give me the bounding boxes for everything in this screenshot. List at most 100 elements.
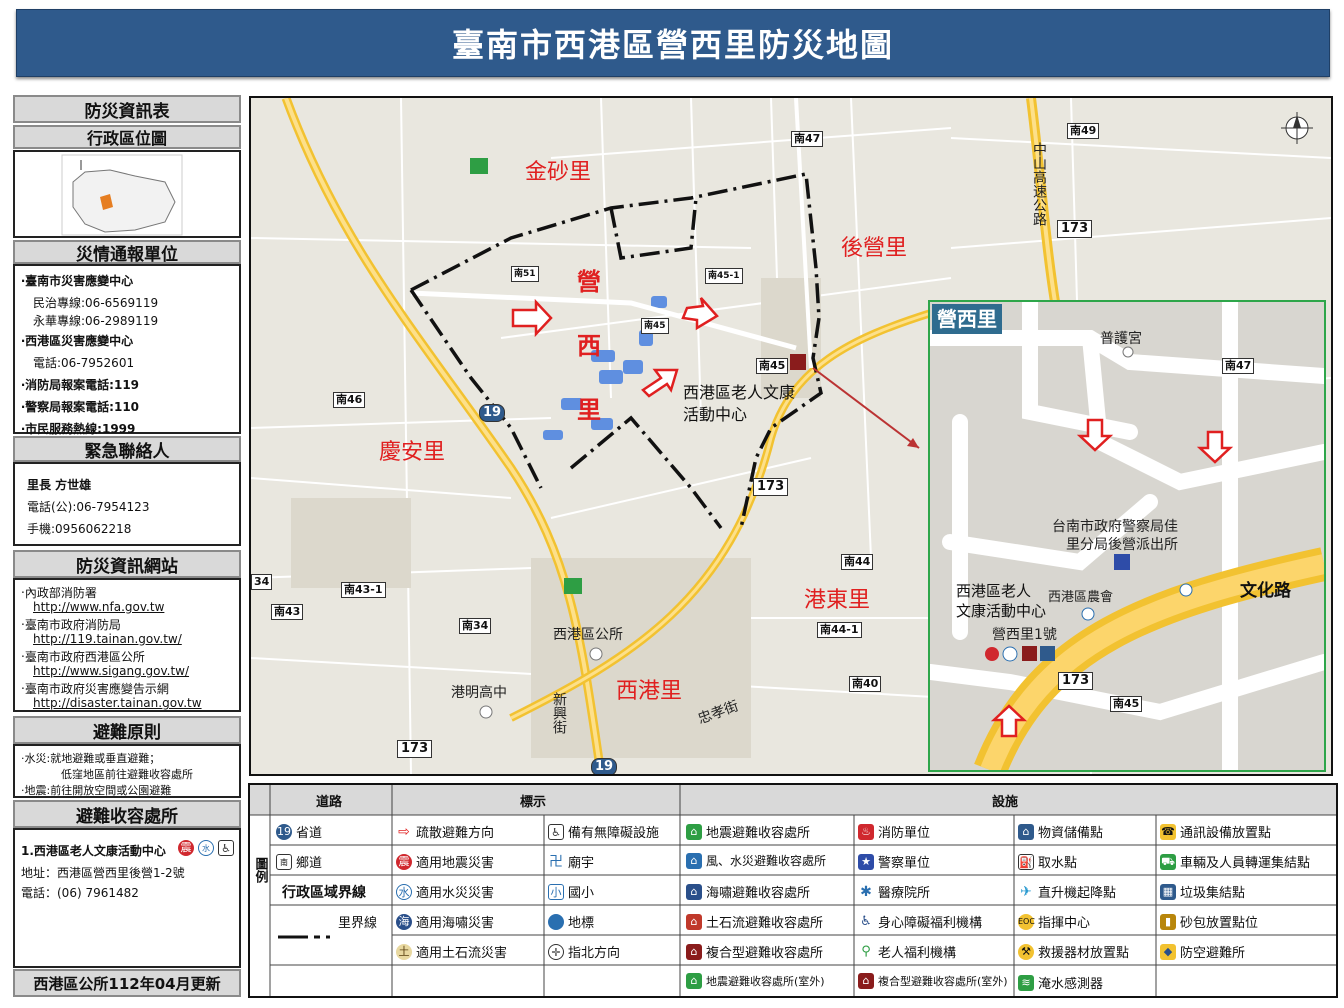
supply-icon: ⌂ [1018,823,1034,840]
transfer-point-icon: ⛟ [1160,853,1176,870]
road-shield: 南45-1 [705,268,743,284]
web-link[interactable]: http://www.sigang.gov.tw/ [33,664,189,678]
road-shield: 南45 [1110,696,1143,712]
outdoor-composite-shelter-icon: ⌂ [858,973,874,989]
report-line: 電話:06-7952601 [33,356,135,370]
legend-facility: 海嘯避難收容處所 [706,886,811,901]
report-line: ‧西港區災害應變中心 [21,334,134,348]
legend-facility: 身心障礙福利機構 [878,916,983,931]
road-shield: 南47 [1222,358,1255,374]
center-village-char: 營 [577,268,601,296]
landmark-icon [1081,607,1095,621]
web-box: ‧內政部消防署 http://www.nfa.gov.tw ‧臺南市政府消防局 … [13,578,241,712]
shelter-box: 1.西港區老人文康活動中心 震 水 ♿ 地址：西港區營西里後營1-2號 電話：(… [13,828,241,968]
accessible-icon: ♿ [548,823,564,840]
road-shield: 173 [1057,220,1093,238]
garbage-point-icon: ▦ [1160,883,1176,900]
web-link[interactable]: http://www.nfa.gov.tw [33,600,164,614]
legend-sign: 疏散避難方向 [416,826,495,841]
road-shield: 34 [251,574,273,590]
inset-label: 文化路 [1240,581,1291,601]
principle-line: ‧地震:前往開放空間或公園避難 [21,784,172,797]
main-map[interactable]: 金砂里 後營里 慶安里 港東里 西港里 營 西 里 西港區老人文康活動中心 西港… [249,96,1333,776]
web-name: ‧內政部消防署 [21,586,97,600]
road-shield: 19 [479,404,506,422]
contact-header: 緊急聯絡人 [13,436,241,462]
page-title: 臺南市西港區營西里防災地圖 [451,26,894,64]
street-label: 新興街 [551,692,567,734]
school-icon: 小 [548,883,564,900]
townhall-icon [589,647,603,661]
legend-boundary-header: 行政區域界線 [282,885,366,901]
legend-facility: 土石流避難收容處所 [706,916,824,931]
web-header: 防災資訊網站 [13,550,241,578]
contact-line: 電話(公):06-7954123 [27,500,150,514]
road-shield: 南43-1 [341,582,386,598]
village-label: 後營里 [841,236,908,261]
supply-icon [1040,646,1055,661]
road-shield: 南49 [1067,123,1100,139]
legend-side-label: 圖例 [252,857,268,883]
road-shield: 南51 [511,266,539,282]
web-link[interactable]: http://disaster.tainan.gov.tw [33,696,202,710]
report-line: ‧市民服務熱線:1999 [21,422,136,436]
web-link[interactable]: http://119.tainan.gov.tw/ [33,632,182,646]
place-label: 港明高中 [451,685,507,701]
flood-sensor-icon [564,578,582,594]
earthquake-shelter-icon: ⌂ [686,823,702,840]
elderly-facility-icon: ⚲ [858,943,874,960]
shelter-address: 地址：西港區營西里後營1-2號 [21,866,185,880]
center-village-char: 里 [577,396,601,424]
earthquake-icon [985,647,999,661]
legend-facility: 地震避難收容處所(室外) [706,975,825,988]
report-line: 永華專線:06-2989119 [33,314,159,328]
report-line: 民治專線:06-6569119 [33,296,159,310]
inset-map[interactable]: 營西里 普護宮 南47 台南市政府警察局佳 里分局後營派出所 西港區老人 文康活… [928,300,1326,772]
police-icon: ★ [858,853,874,870]
report-line: ‧消防局報案電話:119 [21,378,140,392]
legend-sign: 國小 [568,886,595,901]
place-label: 西港區公所 [553,627,623,643]
legend-facility: 警察單位 [878,856,931,871]
shelter-name: 1.西港區老人文康活動中心 [21,844,166,858]
report-header: 災情通報單位 [13,240,241,265]
earthquake-icon: 震 [396,853,412,870]
legend-facility: 複合型避難收容處所(室外) [878,975,1008,988]
web-name: ‧臺南市政府災害應變告示網 [21,682,169,696]
legend-facility: 指揮中心 [1038,916,1091,931]
road-shield: 南43 [271,604,304,620]
legend-facility: 通訊設備放置點 [1180,826,1272,841]
landmark-icon [1179,583,1193,597]
report-line: ‧臺南市災害應變中心 [21,274,134,288]
title-bar: 臺南市西港區營西里防災地圖 [16,9,1330,77]
road-shield: 南40 [849,676,882,692]
compass-icon: ✛ [548,943,564,960]
inset-label: 營西里1號 [992,627,1057,643]
earthquake-icon: 震 [178,840,194,856]
legend-facility: 救援器材放置點 [1038,946,1130,961]
landslide-icon: 土 [396,943,412,960]
legend-facility: 醫療院所 [878,886,931,901]
location-header: 行政區位圖 [13,125,241,149]
school-icon [479,705,493,719]
legend-facility: 取水點 [1038,856,1078,871]
inset-label: 西港區老人 [956,582,1032,600]
road-shield: 南44 [841,554,874,570]
inset-label: 文康活動中心 [956,602,1047,620]
legend-facility: 風、水災避難收容處所 [706,854,827,868]
police-icon [1114,554,1130,570]
legend-col-sign: 標示 [520,795,547,810]
legend-sign: 廟宇 [568,856,595,871]
road-shield: 南47 [791,131,824,147]
shelter-header: 避難收容處所 [13,800,241,828]
flood-icon [1002,646,1018,662]
flood-icon: 水 [198,840,214,856]
legend-facility: 老人福利機構 [878,946,957,961]
legend-sign: 適用海嘯災害 [416,916,495,931]
legend-facility: 淹水感測器 [1038,977,1104,992]
road-shield: 南45 [641,318,669,334]
road-shield: 南45 [756,358,789,374]
legend-facility: 直升機起降點 [1038,886,1117,901]
contact-line: 手機:0956062218 [27,522,132,536]
legend-facility: 防空避難所 [1180,946,1246,961]
